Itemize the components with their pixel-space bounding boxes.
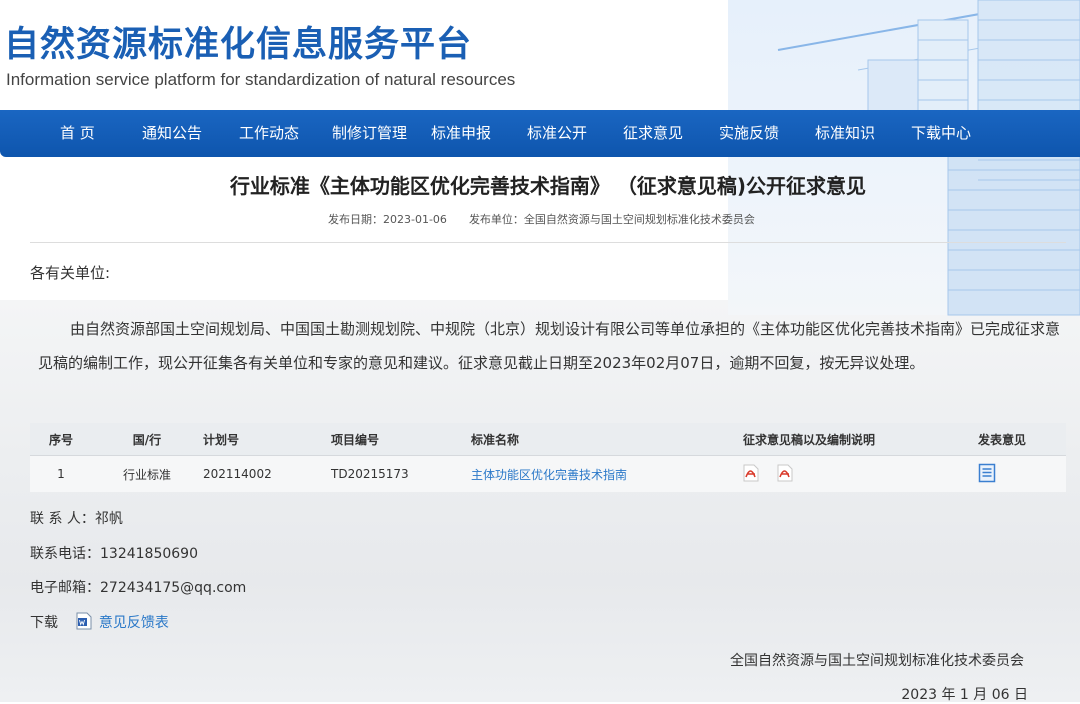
signature-organization: 全国自然资源与国土空间规划标准化技术委员会 xyxy=(730,653,1024,669)
publisher: 发布单位：全国自然资源与国土空间规划标准化技术委员会 xyxy=(468,213,755,226)
col-header-index: 序号 xyxy=(30,423,92,456)
nav-item-public-comment[interactable]: 征求意见 xyxy=(623,110,683,157)
contact-phone: 联系电话：13241850690 xyxy=(30,546,198,562)
download-row: 下载 意见反馈表 xyxy=(30,612,169,634)
nav-item-implementation-feedback[interactable]: 实施反馈 xyxy=(719,110,779,157)
main-nav: 首 页 通知公告 工作动态 制修订管理 标准申报 标准公开 征求意见 实施反馈 … xyxy=(0,110,1080,157)
background-building-illustration xyxy=(777,0,1080,316)
cell-plan-number: 202114002 xyxy=(202,455,330,492)
contact-email: 电子邮箱：272434175@qq.com xyxy=(30,580,247,596)
article-meta: 发布日期：2023-01-06 发布单位：全国自然资源与国土空间规划标准化技术委员… xyxy=(328,211,777,227)
contact-person: 联 系 人：祁帆 xyxy=(30,511,123,527)
pdf-file-icon[interactable] xyxy=(743,464,759,485)
cell-standard-name: 主体功能区优化完善技术指南 xyxy=(470,455,742,492)
table-header-row: 序号 国/行 计划号 项目编号 标准名称 征求意见稿以及编制说明 发表意见 xyxy=(30,423,1066,456)
signature-date: 2023 年 1 月 06 日 xyxy=(901,687,1028,703)
nav-item-revision-management[interactable]: 制修订管理 xyxy=(332,110,407,157)
salutation: 各有关单位: xyxy=(30,264,111,282)
nav-item-download-center[interactable]: 下载中心 xyxy=(911,110,971,157)
download-label: 下载 xyxy=(30,615,58,631)
comment-form-icon[interactable] xyxy=(978,463,996,486)
nav-item-work-news[interactable]: 工作动态 xyxy=(239,110,299,157)
col-header-standard-name: 标准名称 xyxy=(470,423,742,456)
nav-item-notices[interactable]: 通知公告 xyxy=(142,110,202,157)
site-title[interactable]: 自然资源标准化信息服务平台 xyxy=(4,16,472,67)
nav-item-standard-knowledge[interactable]: 标准知识 xyxy=(815,110,875,157)
standard-name-link[interactable]: 主体功能区优化完善技术指南 xyxy=(471,468,627,482)
site-header: 自然资源标准化信息服务平台 Information service platfo… xyxy=(0,0,540,100)
col-header-comment: 发表意见 xyxy=(977,423,1066,456)
nav-item-home[interactable]: 首 页 xyxy=(60,110,95,157)
cell-draft-docs xyxy=(742,455,977,492)
article-title: 行业标准《主体功能区优化完善技术指南》 （征求意见稿)公开征求意见 xyxy=(229,174,867,198)
nav-item-standard-application[interactable]: 标准申报 xyxy=(431,110,491,157)
table-row: 1 行业标准 202114002 TD20215173 主体功能区优化完善技术指… xyxy=(30,455,1066,492)
feedback-form-link[interactable]: 意见反馈表 xyxy=(99,615,169,631)
article-body: 由自然资源部国土空间规划局、中国国土勘测规划院、中规院（北京）规划设计有限公司等… xyxy=(38,320,1061,372)
publish-date: 发布日期：2023-01-06 xyxy=(328,213,447,226)
col-header-level: 国/行 xyxy=(92,423,202,456)
col-header-draft-docs: 征求意见稿以及编制说明 xyxy=(742,423,977,456)
site-subtitle: Information service platform for standar… xyxy=(6,70,516,89)
nav-item-standard-publication[interactable]: 标准公开 xyxy=(527,110,587,157)
word-document-icon[interactable] xyxy=(76,612,92,634)
cell-level: 行业标准 xyxy=(92,455,202,492)
pdf-file-icon[interactable] xyxy=(777,464,793,485)
cell-project-number: TD20215173 xyxy=(330,455,470,492)
cell-comment xyxy=(977,455,1066,492)
col-header-project-number: 项目编号 xyxy=(330,423,470,456)
title-divider xyxy=(30,242,1066,243)
cell-index: 1 xyxy=(30,455,92,492)
standards-table: 序号 国/行 计划号 项目编号 标准名称 征求意见稿以及编制说明 发表意见 1 … xyxy=(30,423,1066,492)
col-header-plan-number: 计划号 xyxy=(202,423,330,456)
